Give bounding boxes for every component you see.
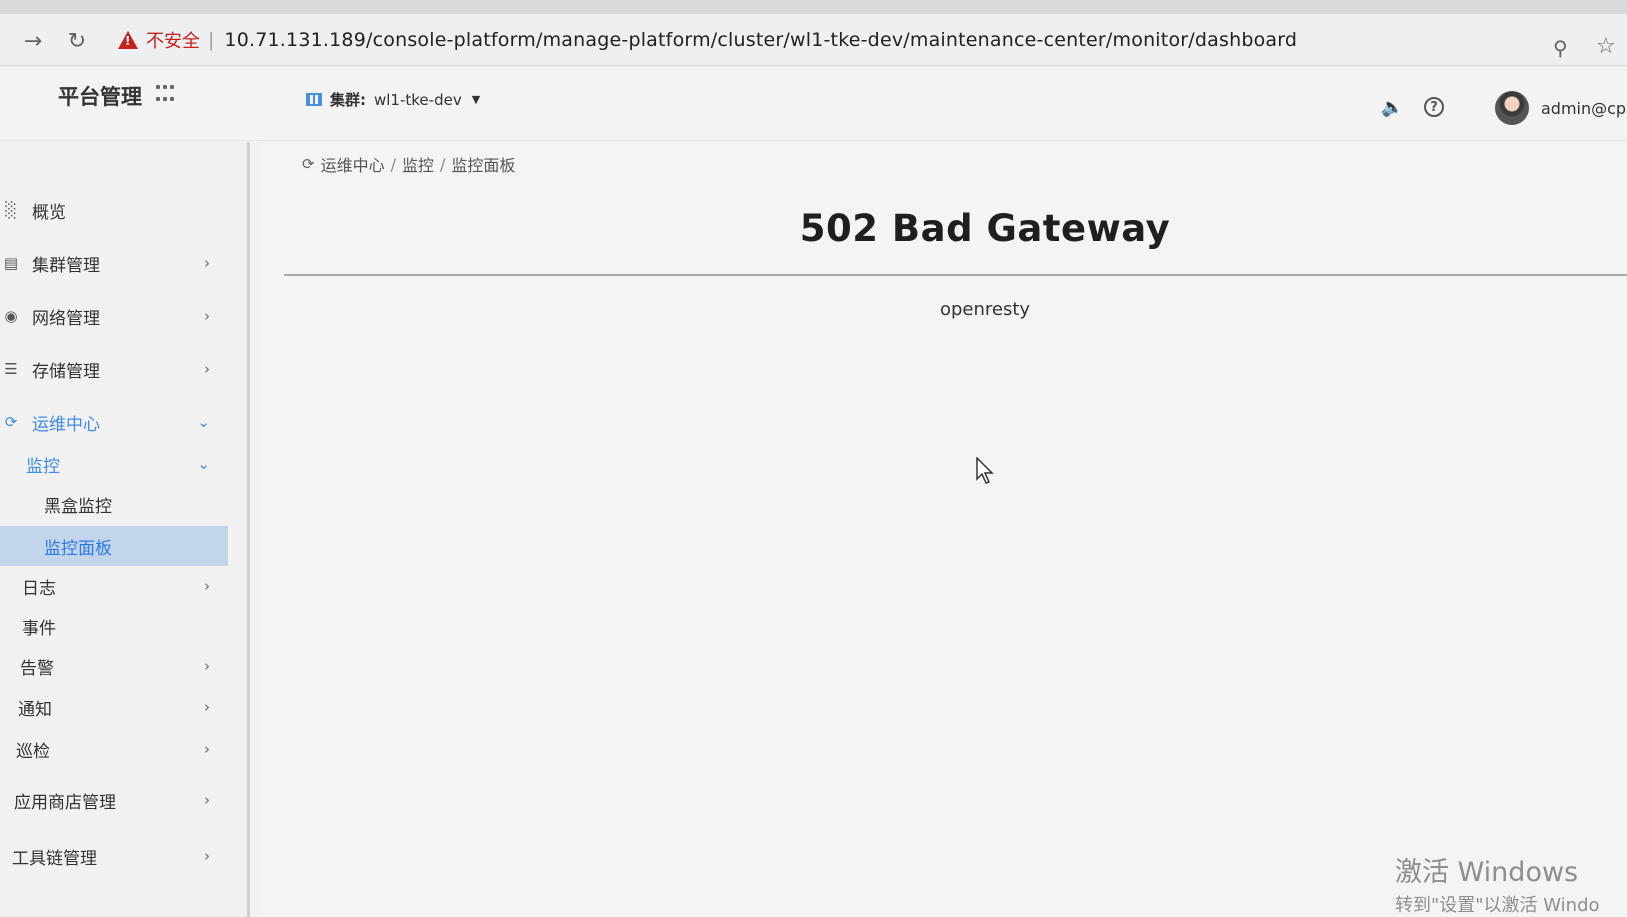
- warning-icon: [118, 31, 138, 49]
- activation-title: 激活 Windows: [1395, 857, 1579, 888]
- sidebar-item-ops-center[interactable]: ⟳ 运维中心 ⌄: [0, 402, 228, 442]
- sidebar-item-toolchain-management[interactable]: 工具链管理 ›: [0, 836, 228, 876]
- breadcrumb: ⟳ 运维中心 / 监控 / 监控面板: [302, 152, 515, 176]
- sidebar-item-monitor[interactable]: 监控 ⌄: [0, 444, 228, 484]
- sidebar-item-monitor-dashboard[interactable]: 监控面板: [0, 526, 228, 566]
- sidebar-item-events[interactable]: 事件: [0, 606, 228, 646]
- sidebar-item-notifications[interactable]: 通知 ›: [0, 687, 228, 727]
- main-content: ⟳ 运维中心 / 监控 / 监控面板 502 Bad Gateway openr…: [260, 142, 1627, 917]
- sidebar-item-inspection[interactable]: 巡检 ›: [0, 729, 228, 769]
- chevron-down-icon: ⌄: [197, 413, 210, 431]
- url-text[interactable]: 10.71.131.189/console-platform/manage-pl…: [224, 29, 1297, 51]
- chevron-right-icon: ›: [204, 740, 210, 758]
- caret-down-icon: ▼: [471, 93, 481, 106]
- sidebar-item-alerts[interactable]: 告警 ›: [0, 646, 228, 686]
- notification-speaker-icon[interactable]: 🔈: [1381, 97, 1403, 118]
- cluster-selector[interactable]: 集群: wl1-tke-dev ▼: [306, 89, 480, 110]
- sidebar-item-logs[interactable]: 日志 ›: [0, 566, 228, 606]
- breadcrumb-separator: /: [390, 154, 396, 174]
- ops-cycle-icon: ⟳: [4, 413, 18, 431]
- breadcrumb-ops-center[interactable]: 运维中心: [321, 152, 385, 176]
- chevron-right-icon: ›: [204, 791, 210, 809]
- breadcrumb-separator: /: [440, 154, 446, 174]
- breadcrumb-monitor[interactable]: 监控: [402, 152, 434, 176]
- chevron-right-icon: ›: [204, 657, 210, 675]
- user-name[interactable]: admin@cpa: [1541, 99, 1627, 118]
- security-status[interactable]: 不安全: [146, 27, 200, 53]
- chevron-right-icon: ›: [204, 577, 210, 595]
- browser-tab-strip: [0, 0, 1627, 14]
- zoom-icon[interactable]: ⚲: [1553, 36, 1568, 60]
- forward-arrow-icon[interactable]: →: [18, 26, 48, 56]
- windows-activation-watermark: 激活 Windows 转到"设置"以激活 Windo: [1395, 850, 1600, 917]
- sidebar-item-blackbox-monitor[interactable]: 黑盒监控: [0, 484, 228, 524]
- sidebar-item-network-management[interactable]: ◉ 网络管理 ›: [0, 296, 228, 336]
- sidebar-item-app-store-management[interactable]: 应用商店管理 ›: [0, 780, 228, 820]
- sidebar: ░ 概览 ▤ 集群管理 › ◉ 网络管理 › ☰ 存储管理 › ⟳ 运维中心 ⌄…: [0, 142, 250, 917]
- breadcrumb-monitor-dashboard: 监控面板: [451, 156, 516, 175]
- platform-title: 平台管理: [58, 85, 142, 109]
- chevron-right-icon: ›: [204, 254, 210, 272]
- sidebar-item-overview[interactable]: ░ 概览: [0, 190, 228, 230]
- chevron-down-icon: ⌄: [197, 455, 210, 473]
- sidebar-item-storage-management[interactable]: ☰ 存储管理 ›: [0, 349, 228, 389]
- globe-icon: ◉: [4, 307, 18, 325]
- chevron-right-icon: ›: [204, 360, 210, 378]
- user-avatar[interactable]: [1495, 91, 1529, 125]
- error-title: 502 Bad Gateway: [799, 207, 1171, 250]
- ops-cycle-icon: ⟳: [302, 155, 315, 173]
- cluster-icon: [306, 93, 322, 106]
- server-name: openresty: [939, 299, 1031, 320]
- cluster-label: 集群:: [330, 91, 366, 109]
- bookmark-star-icon[interactable]: ☆: [1596, 34, 1616, 59]
- browser-toolbar: → ↻ 不安全 | 10.71.131.189/console-platform…: [0, 14, 1627, 66]
- sidebar-item-cluster-management[interactable]: ▤ 集群管理 ›: [0, 243, 228, 283]
- error-divider: [284, 274, 1627, 276]
- cluster-value: wl1-tke-dev: [374, 90, 462, 109]
- app-grid-icon[interactable]: [156, 85, 176, 105]
- address-bar[interactable]: 不安全 | 10.71.131.189/console-platform/man…: [118, 22, 1578, 58]
- chevron-right-icon: ›: [204, 847, 210, 865]
- app-header: 平台管理 集群: wl1-tke-dev ▼ 🔈 ? admin@cpa: [0, 67, 1627, 141]
- help-icon[interactable]: ?: [1424, 97, 1444, 117]
- storage-icon: ☰: [4, 360, 18, 378]
- chevron-right-icon: ›: [204, 307, 210, 325]
- address-separator: |: [208, 29, 215, 51]
- server-icon: ▤: [3, 254, 19, 272]
- reload-icon[interactable]: ↻: [62, 26, 92, 56]
- chevron-right-icon: ›: [204, 698, 210, 716]
- bar-chart-icon: ░: [5, 201, 17, 219]
- activation-hint: 转到"设置"以激活 Windo: [1395, 895, 1600, 916]
